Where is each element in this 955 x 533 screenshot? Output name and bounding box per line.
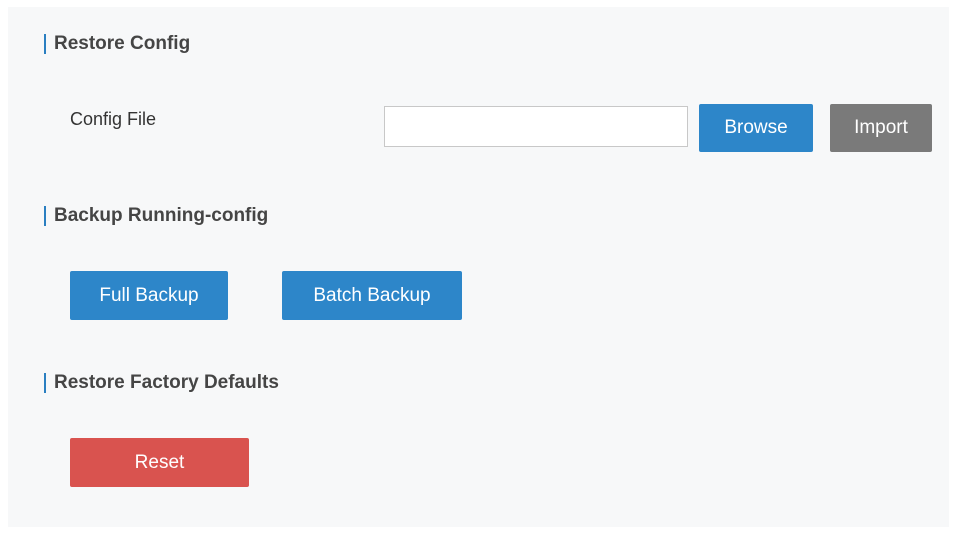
config-file-input[interactable] (384, 106, 688, 147)
backup-title: Backup Running-config (54, 205, 269, 226)
restore-config-heading: Restore Config (44, 33, 190, 55)
config-file-label: Config File (70, 109, 157, 129)
batch-backup-button[interactable]: Batch Backup (282, 271, 462, 320)
import-button[interactable]: Import (830, 104, 932, 152)
restore-config-title: Restore Config (54, 33, 191, 54)
section-accent-bar (44, 206, 46, 226)
section-accent-bar (44, 373, 46, 393)
full-backup-button[interactable]: Full Backup (70, 271, 228, 320)
factory-title: Restore Factory Defaults (54, 372, 279, 393)
section-accent-bar (44, 34, 46, 54)
reset-button[interactable]: Reset (70, 438, 249, 487)
factory-heading: Restore Factory Defaults (44, 372, 279, 394)
browse-button[interactable]: Browse (699, 104, 813, 152)
backup-heading: Backup Running-config (44, 205, 268, 227)
